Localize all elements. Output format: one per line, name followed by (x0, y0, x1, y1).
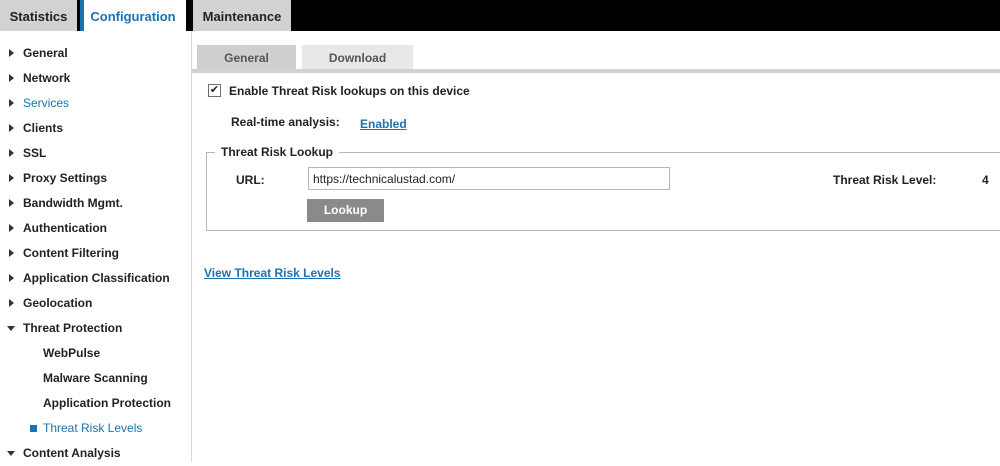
sidebar-item-label: Network (23, 71, 71, 85)
tab-maintenance-label: Maintenance (202, 9, 282, 24)
lookup-button[interactable]: Lookup (307, 199, 384, 222)
tab-configuration-label: Configuration (90, 9, 176, 24)
subtab-download-label: Download (328, 51, 387, 65)
chevron-down-icon (7, 326, 15, 331)
sidebar-item-webpulse[interactable]: WebPulse (0, 341, 191, 366)
threat-risk-level-label: Threat Risk Level: (833, 173, 937, 187)
sidebar-item-label: Application Classification (23, 271, 170, 285)
chevron-right-icon (9, 174, 14, 182)
sidebar-item-bandwidth-mgmt[interactable]: Bandwidth Mgmt. (0, 191, 191, 216)
sidebar-item-label: Proxy Settings (23, 171, 108, 185)
sidebar-item-label: General (23, 46, 68, 60)
chevron-right-icon (9, 199, 14, 207)
chevron-right-icon (9, 274, 14, 282)
tab-configuration[interactable]: Configuration (80, 0, 186, 31)
sidebar-item-threat-risk-levels[interactable]: Threat Risk Levels (0, 416, 191, 441)
threat-risk-lookup-legend: Threat Risk Lookup (215, 145, 340, 159)
sidebar-item-services[interactable]: Services (0, 91, 191, 116)
sidebar-item-content-filtering[interactable]: Content Filtering (0, 241, 191, 266)
tab-maintenance[interactable]: Maintenance (193, 0, 291, 31)
sidebar-item-label: Clients (23, 121, 64, 135)
chevron-right-icon (9, 49, 14, 57)
sidebar-item-application-protection[interactable]: Application Protection (0, 391, 191, 416)
sidebar-item-label: Malware Scanning (43, 371, 148, 385)
sidebar-item-malware-scanning[interactable]: Malware Scanning (0, 366, 191, 391)
url-label: URL: (236, 173, 265, 187)
chevron-right-icon (9, 124, 14, 132)
subtab-divider (192, 69, 1000, 73)
top-navigation-bar: Statistics Configuration Maintenance (0, 0, 1000, 31)
sidebar-item-label: Application Protection (43, 396, 172, 410)
realtime-analysis-label: Real-time analysis: (231, 115, 340, 129)
sidebar-item-label: Threat Risk Levels (43, 421, 143, 435)
sidebar-item-label: Content Analysis (23, 446, 121, 460)
sidebar: General Network Services Clients SSL Pro… (0, 31, 192, 462)
sidebar-item-clients[interactable]: Clients (0, 116, 191, 141)
subtab-general-label: General (224, 51, 269, 65)
view-threat-risk-levels-link[interactable]: View Threat Risk Levels (204, 266, 341, 280)
chevron-right-icon (9, 99, 14, 107)
sidebar-item-application-classification[interactable]: Application Classification (0, 266, 191, 291)
sidebar-item-geolocation[interactable]: Geolocation (0, 291, 191, 316)
url-input[interactable] (308, 167, 670, 190)
threat-risk-level-value: 4 (982, 173, 989, 187)
subtab-general[interactable]: General (197, 45, 296, 69)
chevron-right-icon (9, 299, 14, 307)
chevron-right-icon (9, 224, 14, 232)
sidebar-item-network[interactable]: Network (0, 66, 191, 91)
sidebar-item-general[interactable]: General (0, 41, 191, 66)
sidebar-item-authentication[interactable]: Authentication (0, 216, 191, 241)
enable-lookups-label: Enable Threat Risk lookups on this devic… (229, 84, 470, 98)
sidebar-item-ssl[interactable]: SSL (0, 141, 191, 166)
sidebar-item-label: Bandwidth Mgmt. (23, 196, 123, 210)
sidebar-item-proxy-settings[interactable]: Proxy Settings (0, 166, 191, 191)
realtime-analysis-link[interactable]: Enabled (360, 117, 407, 131)
sidebar-item-label: Threat Protection (23, 321, 123, 335)
subtab-download[interactable]: Download (302, 45, 413, 69)
sidebar-item-threat-protection[interactable]: Threat Protection (0, 316, 191, 341)
chevron-right-icon (9, 74, 14, 82)
enable-lookups-checkbox[interactable]: ✔ (208, 84, 221, 97)
chevron-right-icon (9, 249, 14, 257)
tab-statistics-label: Statistics (9, 9, 68, 24)
sidebar-item-content-analysis[interactable]: Content Analysis (0, 441, 191, 466)
tab-statistics[interactable]: Statistics (0, 0, 77, 31)
sidebar-item-label: Geolocation (23, 296, 93, 310)
sidebar-item-label: Content Filtering (23, 246, 119, 260)
selected-marker-icon (30, 425, 37, 432)
sidebar-item-label: SSL (23, 146, 47, 160)
chevron-right-icon (9, 149, 14, 157)
sidebar-item-label: Authentication (23, 221, 107, 235)
sidebar-item-label: WebPulse (43, 346, 101, 360)
active-tab-indicator (80, 0, 84, 31)
chevron-down-icon (7, 451, 15, 456)
sidebar-item-label: Services (23, 96, 70, 110)
